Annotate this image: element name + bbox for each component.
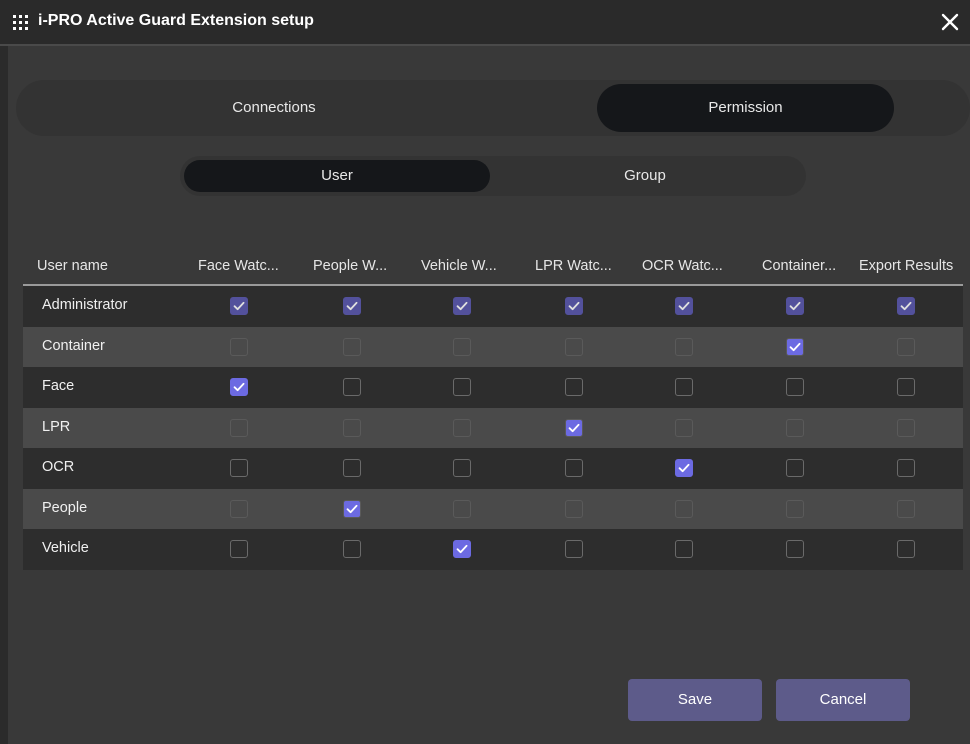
permission-checkbox[interactable] xyxy=(897,378,915,396)
user-name-cell: OCR xyxy=(42,459,75,475)
permission-checkbox[interactable] xyxy=(675,337,693,356)
permission-checkbox[interactable] xyxy=(453,337,471,356)
permission-checkbox[interactable] xyxy=(343,540,361,558)
column-header[interactable]: Export Results xyxy=(859,258,953,274)
permission-table: User name Face Watc... People W... Vehicle … xyxy=(23,248,963,570)
tab-connections[interactable]: Connections xyxy=(24,84,524,132)
permission-checkbox[interactable] xyxy=(786,459,804,477)
permission-checkbox[interactable] xyxy=(675,378,693,396)
permission-checkbox[interactable] xyxy=(453,378,471,396)
table-row: OCR xyxy=(23,448,963,489)
permission-checkbox[interactable] xyxy=(897,459,915,477)
permission-checkbox[interactable] xyxy=(675,459,693,477)
permission-checkbox[interactable] xyxy=(786,337,804,356)
user-name-cell: Face xyxy=(42,378,75,394)
column-header[interactable]: Vehicle W... xyxy=(421,258,497,274)
column-header[interactable]: Container... xyxy=(762,258,836,274)
sub-tab-switch: User Group xyxy=(180,156,806,196)
permission-checkbox[interactable] xyxy=(230,540,248,558)
permission-checkbox xyxy=(897,297,915,315)
permission-checkbox[interactable] xyxy=(897,499,915,518)
user-name-cell: Vehicle xyxy=(42,540,89,556)
permission-checkbox[interactable] xyxy=(565,459,583,477)
user-name-cell: LPR xyxy=(42,418,71,435)
tab-permission[interactable]: Permission xyxy=(597,84,894,132)
permission-checkbox xyxy=(453,297,471,315)
permission-checkbox[interactable] xyxy=(343,499,361,518)
permission-checkbox[interactable] xyxy=(230,378,248,396)
permission-checkbox[interactable] xyxy=(453,540,471,558)
permission-checkbox xyxy=(786,297,804,315)
column-header[interactable]: Face Watc... xyxy=(198,258,279,274)
close-icon[interactable] xyxy=(936,8,964,36)
column-header[interactable]: LPR Watc... xyxy=(535,258,612,274)
permission-checkbox[interactable] xyxy=(786,378,804,396)
permission-checkbox xyxy=(230,297,248,315)
table-row: Administrator xyxy=(23,286,963,327)
permission-checkbox[interactable] xyxy=(230,337,248,356)
table-header: User name Face Watc... People W... Vehicle … xyxy=(23,248,963,286)
permission-checkbox[interactable] xyxy=(786,499,804,518)
permission-checkbox[interactable] xyxy=(343,459,361,477)
permission-checkbox[interactable] xyxy=(897,337,915,356)
permission-checkbox[interactable] xyxy=(343,378,361,396)
table-row: Container xyxy=(23,326,963,367)
table-row: Face xyxy=(23,367,963,408)
permission-checkbox[interactable] xyxy=(230,418,248,437)
user-name-cell: People xyxy=(42,499,88,516)
user-name-cell: Administrator xyxy=(42,297,128,313)
permission-checkbox[interactable] xyxy=(675,499,693,518)
table-row: People xyxy=(23,488,963,529)
permission-checkbox[interactable] xyxy=(453,459,471,477)
window-title: i-PRO Active Guard Extension setup xyxy=(38,12,314,29)
permission-checkbox[interactable] xyxy=(343,418,361,437)
permission-checkbox[interactable] xyxy=(565,540,583,558)
permission-checkbox xyxy=(343,297,361,315)
save-button[interactable]: Save xyxy=(628,679,762,721)
table-body: Administrator Container Face LPR OCR People Ve… xyxy=(23,286,963,570)
permission-checkbox[interactable] xyxy=(565,337,583,356)
permission-checkbox xyxy=(675,297,693,315)
permission-checkbox[interactable] xyxy=(675,540,693,558)
column-header[interactable]: OCR Watc... xyxy=(642,258,723,274)
tab-group[interactable]: Group xyxy=(505,160,785,192)
permission-checkbox[interactable] xyxy=(565,378,583,396)
permission-checkbox[interactable] xyxy=(565,499,583,518)
main-tab-switch: Connections Permission xyxy=(16,80,970,136)
user-name-cell: Container xyxy=(42,337,105,354)
permission-checkbox xyxy=(565,297,583,315)
permission-checkbox[interactable] xyxy=(675,418,693,437)
grid-dots-icon xyxy=(12,14,30,32)
tab-user[interactable]: User xyxy=(184,160,490,192)
permission-checkbox[interactable] xyxy=(786,540,804,558)
column-header[interactable]: People W... xyxy=(313,258,387,274)
title-bar: i-PRO Active Guard Extension setup xyxy=(0,0,970,46)
table-row: Vehicle xyxy=(23,529,963,570)
permission-checkbox[interactable] xyxy=(343,337,361,356)
table-row: LPR xyxy=(23,407,963,448)
permission-checkbox[interactable] xyxy=(230,499,248,518)
permission-checkbox[interactable] xyxy=(786,418,804,437)
permission-checkbox[interactable] xyxy=(453,499,471,518)
permission-checkbox[interactable] xyxy=(230,459,248,477)
permission-checkbox[interactable] xyxy=(453,418,471,437)
setup-window: i-PRO Active Guard Extension setup Conne… xyxy=(0,0,970,744)
permission-checkbox[interactable] xyxy=(897,540,915,558)
cancel-button[interactable]: Cancel xyxy=(776,679,910,721)
left-edge xyxy=(0,46,8,744)
column-header-user-name[interactable]: User name xyxy=(37,258,108,274)
permission-checkbox[interactable] xyxy=(897,418,915,437)
permission-checkbox[interactable] xyxy=(565,418,583,437)
